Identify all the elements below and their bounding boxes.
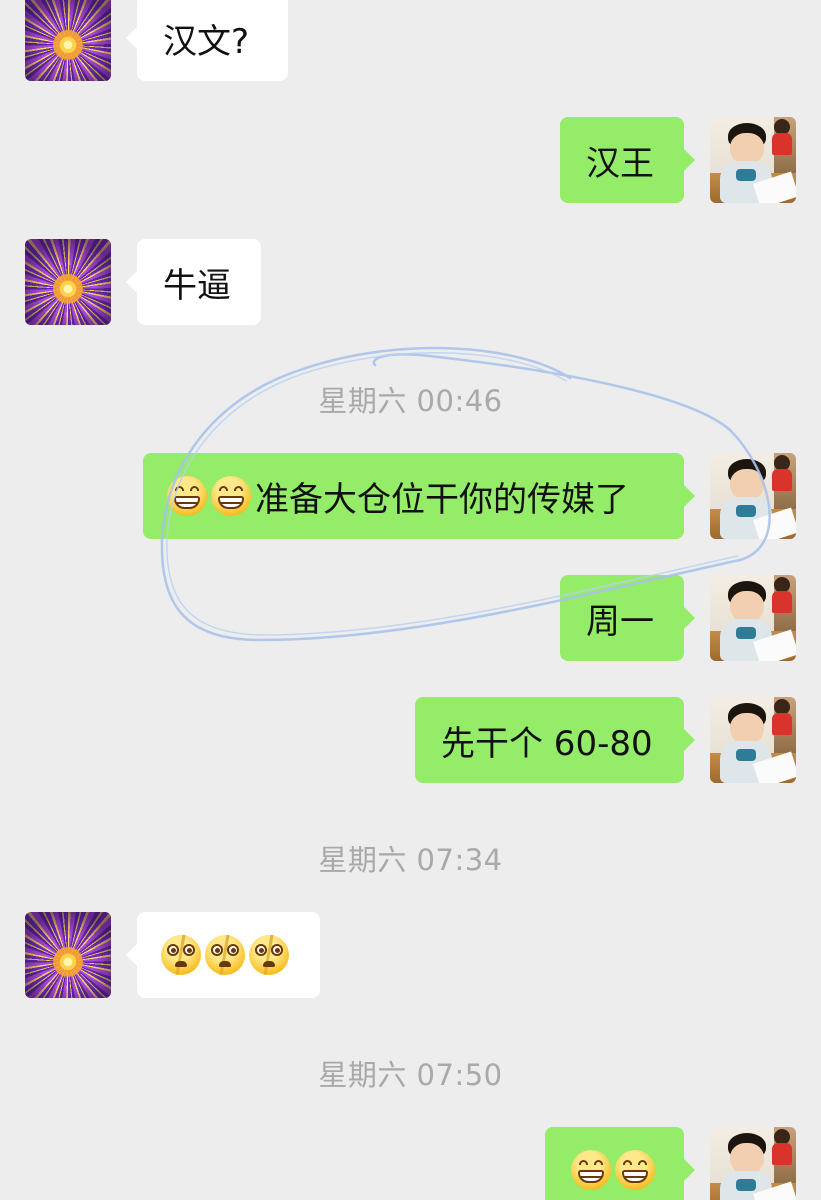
- grinning-face-icon: [571, 1150, 611, 1190]
- message-bubble-outgoing[interactable]: 汉王: [560, 117, 695, 203]
- contact-avatar[interactable]: [25, 0, 111, 81]
- contact-avatar[interactable]: [25, 912, 111, 998]
- hand-drawn-circle-annotation: [160, 346, 771, 642]
- message-text: 先干个 60-80: [441, 723, 653, 764]
- grinning-face-icon: [167, 476, 207, 516]
- message-text: 牛逼: [163, 265, 231, 306]
- timestamp: 星期六 07:50: [318, 1058, 503, 1092]
- message-text: 准备大仓位干你的传媒了: [255, 479, 629, 520]
- message-text: 汉王: [586, 143, 654, 184]
- dizzy-cracked-face-icon: [249, 935, 289, 975]
- dizzy-cracked-face-icon: [205, 935, 245, 975]
- message-bubble-outgoing[interactable]: 先干个 60-80: [415, 697, 695, 783]
- contact-avatar[interactable]: [25, 239, 111, 325]
- message-text: 周一: [586, 601, 654, 642]
- my-avatar[interactable]: [710, 1127, 796, 1200]
- message-bubble-outgoing[interactable]: 准备大仓位干你的传媒了: [143, 453, 695, 539]
- my-avatar[interactable]: [710, 697, 796, 783]
- message-bubble-outgoing[interactable]: 周一: [560, 575, 695, 661]
- my-avatar[interactable]: [710, 117, 796, 203]
- timestamp: 星期六 00:46: [318, 384, 503, 418]
- message-bubble-incoming[interactable]: [126, 912, 320, 998]
- my-avatar[interactable]: [710, 575, 796, 661]
- message-text: 汉文?: [163, 21, 250, 62]
- dizzy-cracked-face-icon: [161, 935, 201, 975]
- timestamp: 星期六 07:34: [318, 843, 503, 877]
- message-bubble-outgoing[interactable]: [545, 1127, 695, 1200]
- chat-thread[interactable]: 汉文? 汉王 牛逼 星期六 00:46 准备大仓位干你的传媒了 周一 先干个 6…: [0, 0, 821, 1200]
- grinning-face-icon: [211, 476, 251, 516]
- message-bubble-incoming[interactable]: 牛逼: [126, 239, 261, 325]
- message-bubble-incoming[interactable]: 汉文?: [126, 0, 288, 81]
- my-avatar[interactable]: [710, 453, 796, 539]
- grinning-face-icon: [615, 1150, 655, 1190]
